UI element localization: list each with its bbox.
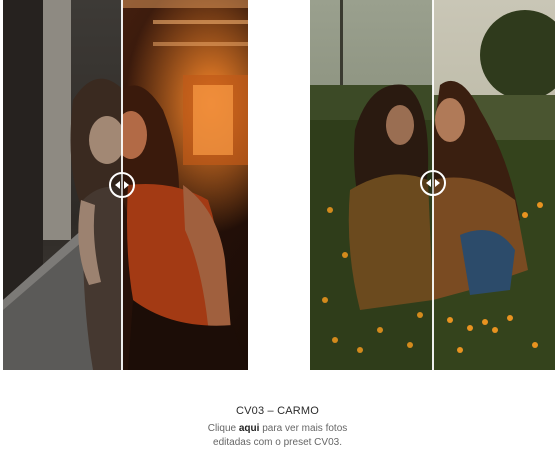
more-photos-link[interactable]: aqui: [239, 423, 260, 434]
slider-handle[interactable]: [109, 172, 135, 198]
left-right-arrows-icon: [426, 179, 440, 187]
slider-handle[interactable]: [420, 170, 446, 196]
caption-line-2: editadas com o preset CV03.: [213, 437, 342, 448]
before-after-slider-outdoor[interactable]: [310, 0, 555, 370]
caption-line-1: Clique aqui para ver mais fotos: [0, 423, 555, 434]
preset-title: CV03 – CARMO: [235, 405, 320, 417]
before-after-slider-indoor[interactable]: [3, 0, 248, 370]
caption-text-after-link: para ver mais fotos: [259, 423, 348, 434]
left-right-arrows-icon: [115, 181, 129, 189]
caption-text-before-link: Clique: [207, 423, 239, 434]
